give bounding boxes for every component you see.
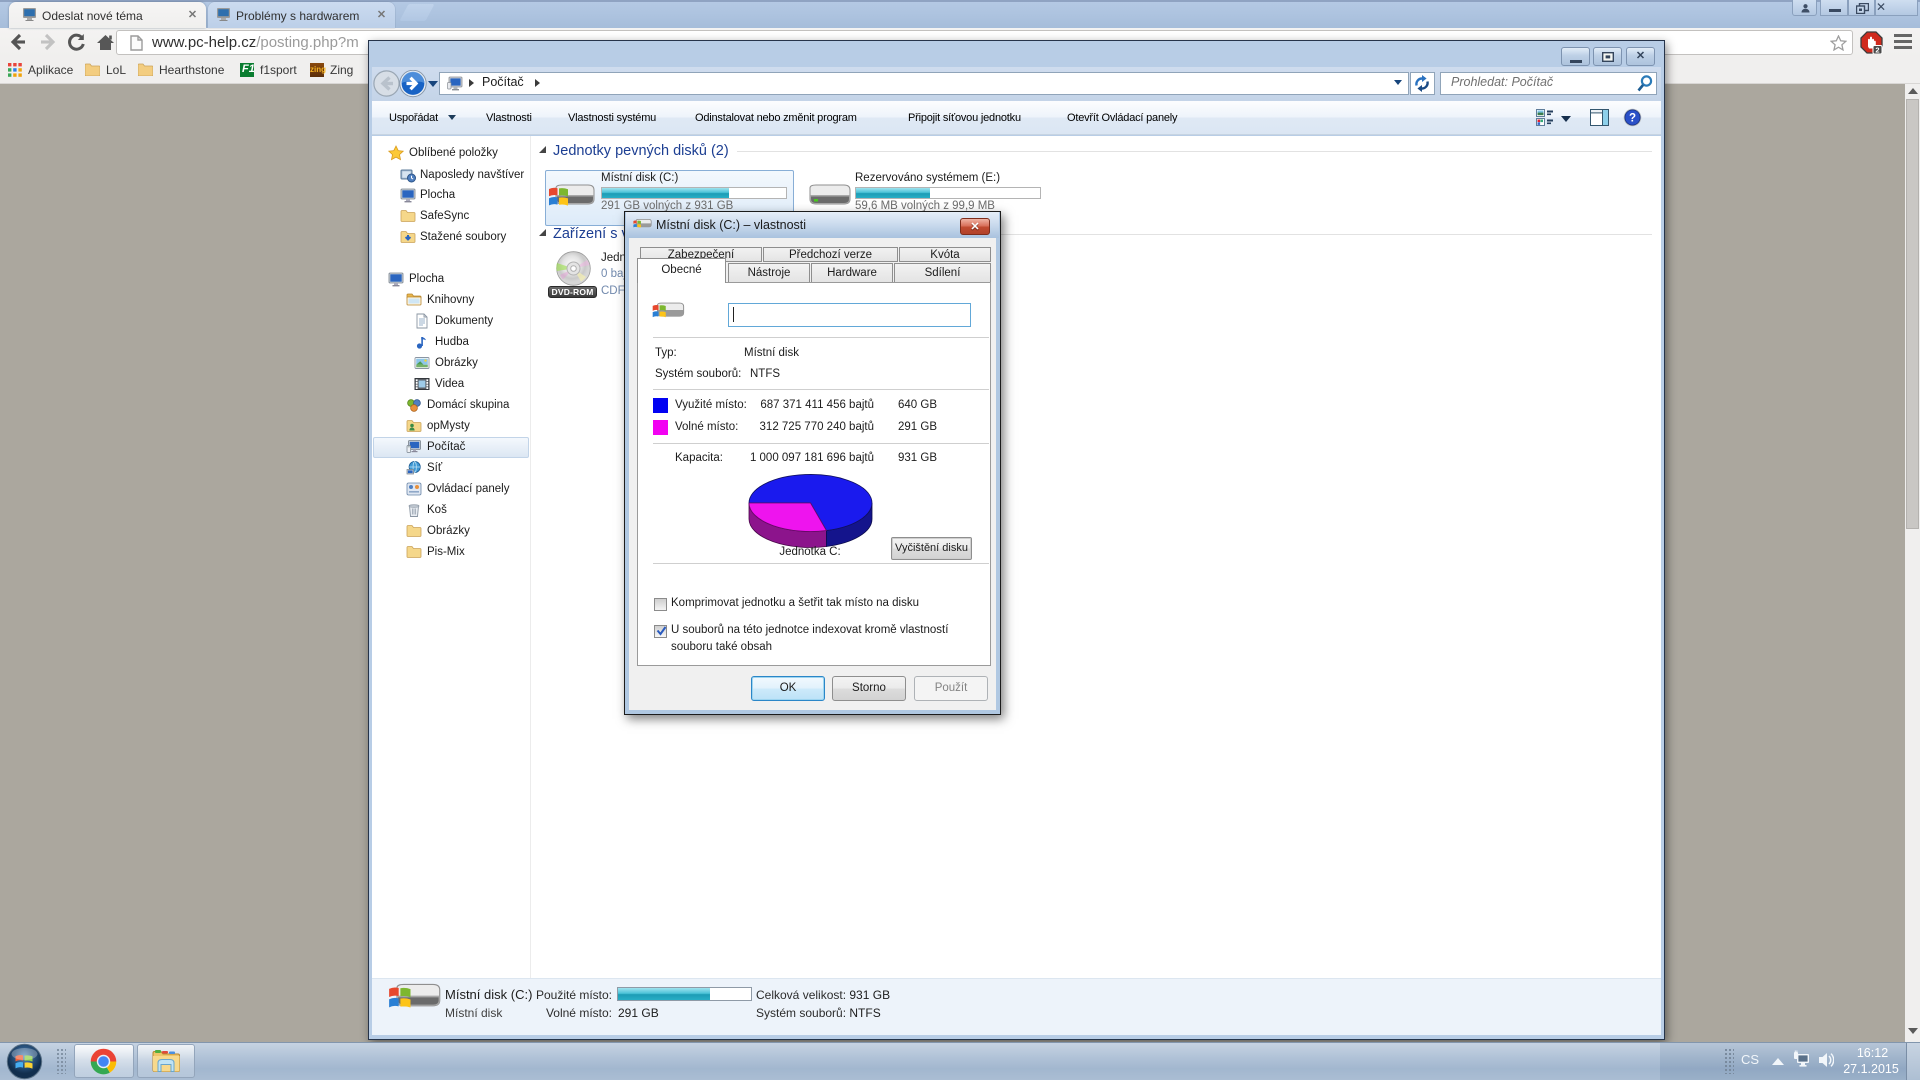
svg-text:?: ? <box>1629 113 1636 125</box>
svg-text:2: 2 <box>1875 46 1879 54</box>
